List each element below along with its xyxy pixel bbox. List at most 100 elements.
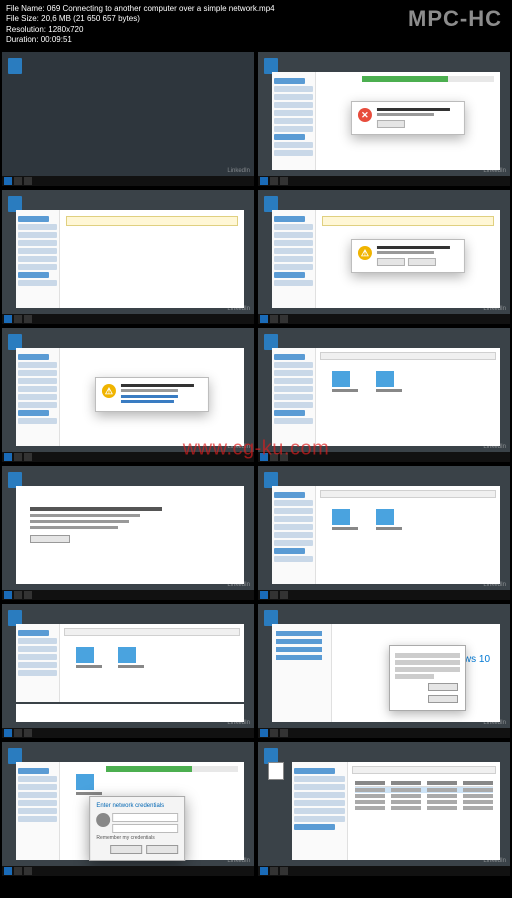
nav-sidebar [16,624,60,702]
file-size-value: 20,6 MB (21 650 657 bytes) [41,14,140,23]
ok-button[interactable] [428,695,458,703]
file-row[interactable] [355,805,493,811]
address-bar[interactable] [64,628,240,636]
control-panel-window [16,486,244,584]
progress-bar [362,76,494,82]
taskbar [2,314,254,324]
user-avatar-icon [96,813,110,827]
taskbar [2,866,254,876]
properties-dialog [389,645,466,711]
network-items [320,501,496,540]
taskbar [2,452,254,462]
shield-icon: ⚠ [358,246,372,260]
address-bar[interactable] [352,766,496,774]
network-computer-icon[interactable] [332,371,358,392]
network-center-window: Windows 10 [272,624,500,722]
linkedin-watermark: LinkedIn [483,168,506,174]
column-headers[interactable] [355,780,493,787]
thumb-6[interactable]: LinkedIn [258,328,510,462]
taskbar [258,452,510,462]
linkedin-watermark: LinkedIn [483,444,506,450]
ok-button[interactable] [377,120,405,128]
yes-button[interactable] [377,258,405,266]
address-bar[interactable] [320,352,496,360]
taskbar [258,590,510,600]
nav-sidebar [292,762,348,860]
file-name-label: File Name: [6,4,45,14]
thumb-2[interactable]: ✕ LinkedIn [258,52,510,186]
remember-checkbox[interactable]: Remember my credentials [96,835,178,841]
username-field[interactable] [112,813,178,822]
notepad-icon[interactable] [268,762,284,780]
password-field[interactable] [112,824,178,833]
thumb-5[interactable]: ⚠ LinkedIn [2,328,254,462]
ok-button[interactable] [110,845,142,854]
taskbar [2,590,254,600]
cancel-button[interactable] [146,845,178,854]
file-list [352,777,496,814]
explorer-window [292,762,500,860]
info-bar[interactable] [322,216,494,226]
cancel-button[interactable] [428,683,458,691]
duration-label: Duration: [6,35,38,45]
thumb-8[interactable]: LinkedIn [258,466,510,600]
taskbar [258,728,510,738]
linkedin-watermark: LinkedIn [227,306,250,312]
nav-sidebar [272,486,316,584]
progress-bar [106,766,238,772]
save-button[interactable] [30,535,70,543]
taskbar [258,176,510,186]
folder-icon[interactable] [76,774,102,795]
info-bar[interactable] [66,216,238,226]
explorer-window: ⚠ [16,348,244,446]
explorer-window: ⚠ [272,210,500,308]
explorer-window [272,486,500,584]
no-button[interactable] [408,258,436,266]
control-panel-nav [272,624,332,722]
taskbar [2,176,254,186]
nav-sidebar [16,348,60,446]
error-icon: ✕ [358,108,372,122]
explorer-window [16,210,244,308]
network-computer-icon[interactable] [118,647,144,668]
second-window [16,704,244,722]
network-computer-icon[interactable] [76,647,102,668]
resolution-label: Resolution: [6,25,46,35]
linkedin-watermark: LinkedIn [483,858,506,864]
shield-icon: ⚠ [102,384,116,398]
recycle-bin-icon [8,58,22,74]
linkedin-watermark: LinkedIn [483,582,506,588]
network-computer-icon[interactable] [376,509,402,530]
nav-sidebar [16,210,60,308]
thumb-11[interactable]: Enter network credentials Remember my cr… [2,742,254,876]
discovery-dialog: ⚠ [351,239,465,273]
nav-sidebar [16,762,60,860]
credentials-dialog: Enter network credentials Remember my cr… [89,796,185,861]
thumb-7[interactable]: LinkedIn [2,466,254,600]
thumb-12[interactable]: LinkedIn [258,742,510,876]
nav-sidebar [272,210,316,308]
taskbar [258,866,510,876]
nav-sidebar [272,72,316,170]
address-bar[interactable] [320,490,496,498]
thumb-3[interactable]: LinkedIn [2,190,254,324]
file-size-label: File Size: [6,14,39,24]
network-computer-icon[interactable] [376,371,402,392]
linkedin-watermark: LinkedIn [227,444,250,450]
explorer-window [16,624,244,702]
network-items [320,363,496,402]
explorer-window: ✕ [272,72,500,170]
taskbar [258,314,510,324]
thumb-1[interactable]: LinkedIn [2,52,254,186]
thumb-10[interactable]: Windows 10 LinkedIn [258,604,510,738]
linkedin-watermark: LinkedIn [227,168,250,174]
thumb-4[interactable]: ⚠ LinkedIn [258,190,510,324]
file-name-value: 069 Connecting to another computer over … [47,4,275,13]
player-logo: MPC-HC [408,6,502,32]
network-computer-icon[interactable] [332,509,358,530]
explorer-window: Enter network credentials Remember my cr… [16,762,244,860]
linkedin-watermark: LinkedIn [227,720,250,726]
thumb-9[interactable]: LinkedIn [2,604,254,738]
taskbar [2,728,254,738]
explorer-window [272,348,500,446]
